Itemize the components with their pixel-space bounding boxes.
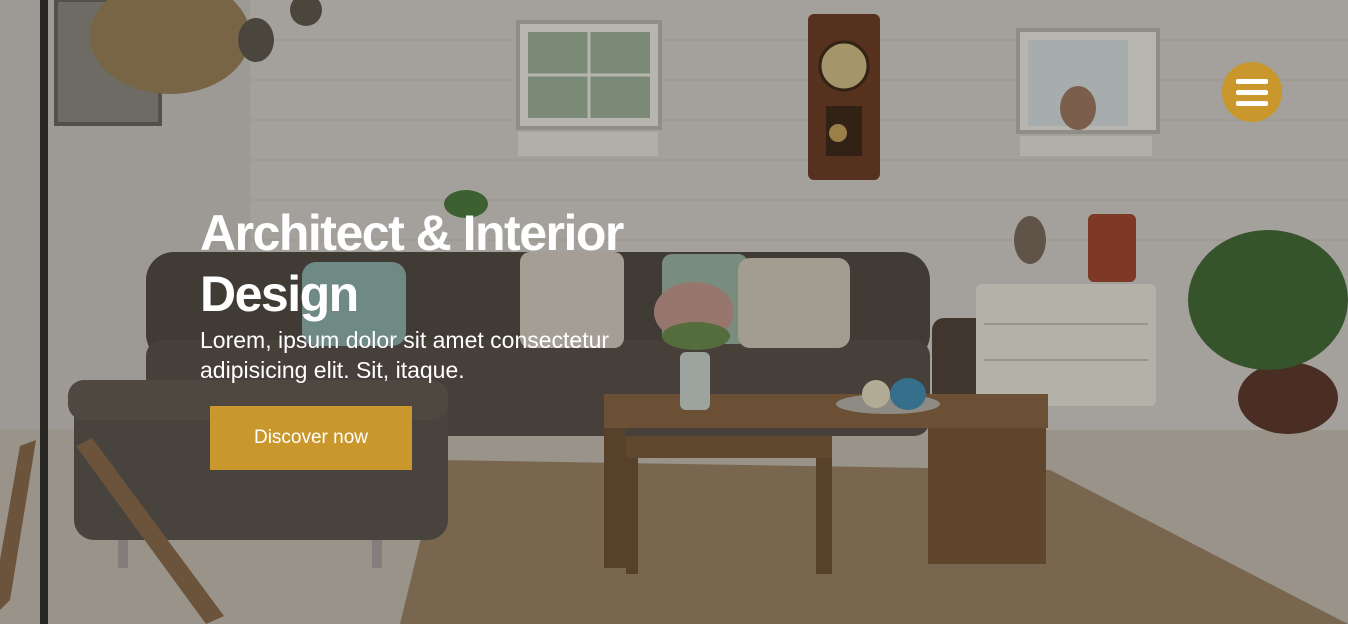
hero-section: Architect & Interior Design Lorem, ipsum… — [0, 0, 1348, 624]
hamburger-icon — [1236, 78, 1268, 84]
hamburger-icon-line — [1236, 100, 1268, 106]
hero-content: Architect & Interior Design Lorem, ipsum… — [200, 203, 720, 385]
hamburger-icon-line — [1236, 89, 1268, 95]
menu-button[interactable] — [1222, 62, 1282, 122]
hero-title: Architect & Interior Design — [200, 205, 624, 322]
discover-now-button[interactable]: Discover now — [210, 406, 412, 470]
hero-subtitle: Lorem, ipsum dolor sit amet consectetur … — [200, 327, 610, 383]
